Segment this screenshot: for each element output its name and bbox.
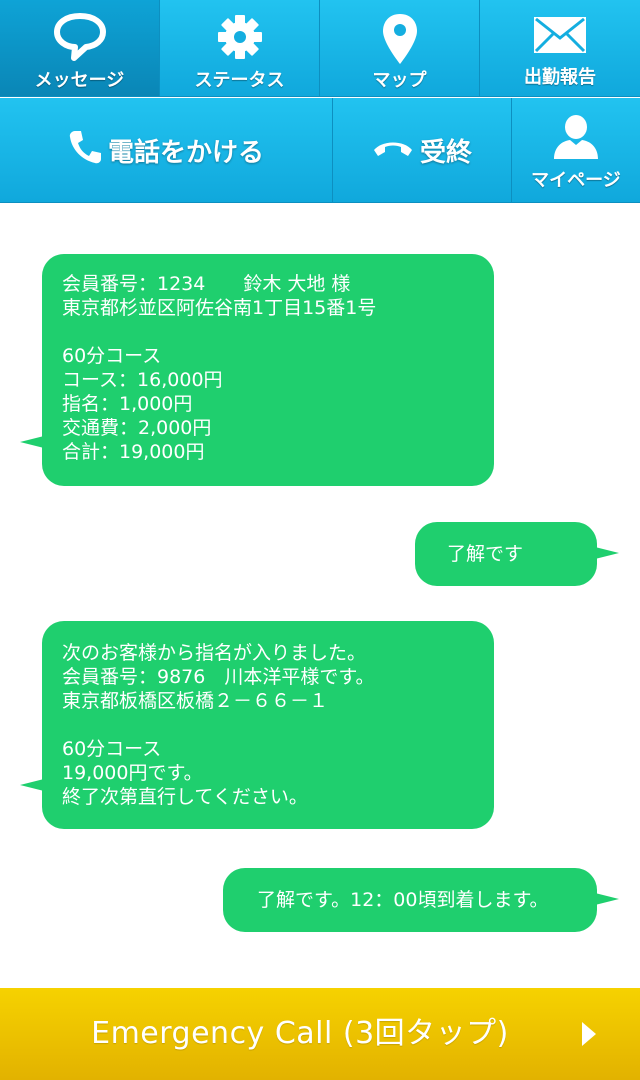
top-nav-row-2: 電話をかける 受終 マイページ (0, 98, 640, 203)
mypage-label: マイページ (531, 170, 621, 191)
nav-report-button[interactable]: 出勤報告 (480, 0, 640, 97)
emergency-call-label: Emergency Call (3回タップ) (91, 1016, 509, 1051)
message-received: 次のお客様から指名が入りました。 会員番号：9876 川本洋平様です。 東京都板… (20, 621, 494, 829)
envelope-icon (533, 16, 587, 58)
map-pin-icon (380, 12, 420, 70)
top-nav-row-1: メッセージ ステータス マップ 出勤報告 (0, 0, 640, 97)
hangup-button-label: 受終 (419, 137, 472, 168)
phone-icon (68, 129, 102, 172)
person-icon (552, 114, 600, 164)
nav-status-button[interactable]: ステータス (160, 0, 320, 97)
play-arrow-icon (582, 1022, 596, 1046)
nav-map-button[interactable]: マップ (320, 0, 480, 97)
hangup-button[interactable]: 受終 (333, 98, 512, 203)
speech-bubble-icon (53, 12, 107, 66)
nav-message-label: メッセージ (34, 70, 125, 91)
message-received: 会員番号：1234 鈴木 大地 様 東京都杉並区阿佐谷南1丁目15番1号 60分… (20, 254, 494, 486)
nav-message-button[interactable]: メッセージ (0, 0, 160, 97)
hang-up-phone-icon (372, 135, 414, 165)
message-sent: 了解です (415, 522, 619, 586)
call-button-label: 電話をかける (107, 137, 264, 168)
hangup-button-content: 受終 (333, 98, 511, 202)
call-button-content: 電話をかける (0, 98, 332, 202)
emergency-call-button[interactable]: Emergency Call (3回タップ) (0, 988, 640, 1080)
nav-map-label: マップ (372, 70, 427, 91)
mypage-button[interactable]: マイページ (512, 98, 640, 203)
nav-status-label: ステータス (194, 70, 285, 91)
message-sent: 了解です。12：00頃到着します。 (223, 868, 619, 932)
nav-report-label: 出勤報告 (524, 67, 596, 88)
gear-icon (215, 12, 265, 66)
call-button[interactable]: 電話をかける (0, 98, 333, 203)
